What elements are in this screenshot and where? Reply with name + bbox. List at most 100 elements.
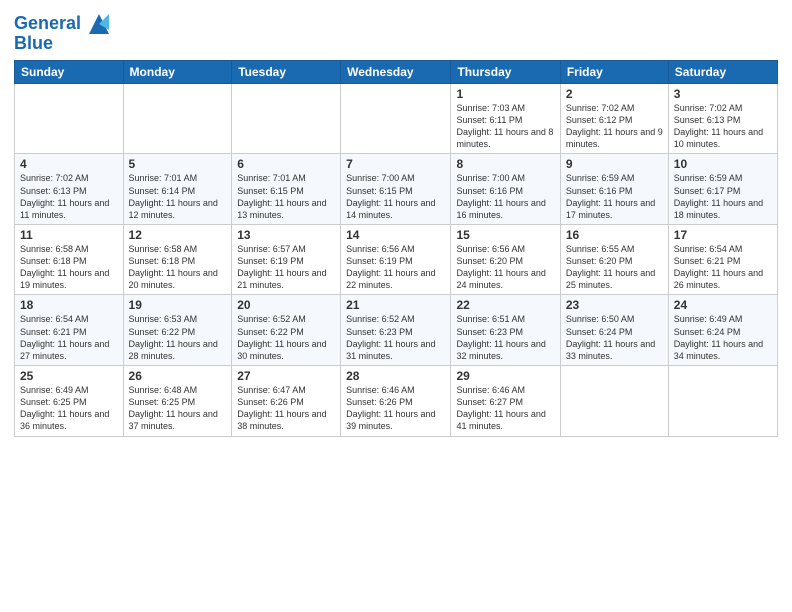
day-cell	[341, 83, 451, 154]
day-number: 26	[129, 369, 227, 383]
day-number: 6	[237, 157, 335, 171]
day-info: Sunrise: 6:47 AM Sunset: 6:26 PM Dayligh…	[237, 384, 335, 433]
day-cell: 8Sunrise: 7:00 AM Sunset: 6:16 PM Daylig…	[451, 154, 560, 225]
day-cell: 2Sunrise: 7:02 AM Sunset: 6:12 PM Daylig…	[560, 83, 668, 154]
weekday-header-tuesday: Tuesday	[232, 60, 341, 83]
day-info: Sunrise: 6:56 AM Sunset: 6:19 PM Dayligh…	[346, 243, 445, 292]
day-info: Sunrise: 6:53 AM Sunset: 6:22 PM Dayligh…	[129, 313, 227, 362]
day-info: Sunrise: 7:01 AM Sunset: 6:14 PM Dayligh…	[129, 172, 227, 221]
day-number: 21	[346, 298, 445, 312]
weekday-header-row: SundayMondayTuesdayWednesdayThursdayFrid…	[15, 60, 778, 83]
day-info: Sunrise: 6:52 AM Sunset: 6:23 PM Dayligh…	[346, 313, 445, 362]
day-cell: 21Sunrise: 6:52 AM Sunset: 6:23 PM Dayli…	[341, 295, 451, 366]
day-info: Sunrise: 6:48 AM Sunset: 6:25 PM Dayligh…	[129, 384, 227, 433]
day-number: 29	[456, 369, 554, 383]
day-info: Sunrise: 6:50 AM Sunset: 6:24 PM Dayligh…	[566, 313, 663, 362]
day-number: 5	[129, 157, 227, 171]
day-info: Sunrise: 6:46 AM Sunset: 6:27 PM Dayligh…	[456, 384, 554, 433]
day-cell: 15Sunrise: 6:56 AM Sunset: 6:20 PM Dayli…	[451, 224, 560, 295]
day-number: 8	[456, 157, 554, 171]
day-number: 15	[456, 228, 554, 242]
day-info: Sunrise: 7:03 AM Sunset: 6:11 PM Dayligh…	[456, 102, 554, 151]
day-cell: 17Sunrise: 6:54 AM Sunset: 6:21 PM Dayli…	[668, 224, 777, 295]
day-info: Sunrise: 7:00 AM Sunset: 6:15 PM Dayligh…	[346, 172, 445, 221]
day-info: Sunrise: 6:49 AM Sunset: 6:25 PM Dayligh…	[20, 384, 118, 433]
day-number: 20	[237, 298, 335, 312]
weekday-header-monday: Monday	[123, 60, 232, 83]
day-info: Sunrise: 6:58 AM Sunset: 6:18 PM Dayligh…	[129, 243, 227, 292]
day-cell: 1Sunrise: 7:03 AM Sunset: 6:11 PM Daylig…	[451, 83, 560, 154]
weekday-header-friday: Friday	[560, 60, 668, 83]
week-row-0: 1Sunrise: 7:03 AM Sunset: 6:11 PM Daylig…	[15, 83, 778, 154]
week-row-3: 18Sunrise: 6:54 AM Sunset: 6:21 PM Dayli…	[15, 295, 778, 366]
logo-text: General	[14, 14, 81, 34]
day-cell: 27Sunrise: 6:47 AM Sunset: 6:26 PM Dayli…	[232, 366, 341, 437]
day-number: 11	[20, 228, 118, 242]
day-number: 7	[346, 157, 445, 171]
day-number: 3	[674, 87, 772, 101]
weekday-header-saturday: Saturday	[668, 60, 777, 83]
day-number: 17	[674, 228, 772, 242]
day-info: Sunrise: 6:51 AM Sunset: 6:23 PM Dayligh…	[456, 313, 554, 362]
day-cell: 13Sunrise: 6:57 AM Sunset: 6:19 PM Dayli…	[232, 224, 341, 295]
day-number: 25	[20, 369, 118, 383]
day-cell: 19Sunrise: 6:53 AM Sunset: 6:22 PM Dayli…	[123, 295, 232, 366]
day-number: 28	[346, 369, 445, 383]
logo: General Blue	[14, 10, 113, 54]
logo-icon	[85, 10, 113, 38]
day-number: 22	[456, 298, 554, 312]
header: General Blue	[14, 10, 778, 54]
day-cell: 12Sunrise: 6:58 AM Sunset: 6:18 PM Dayli…	[123, 224, 232, 295]
day-info: Sunrise: 7:02 AM Sunset: 6:12 PM Dayligh…	[566, 102, 663, 151]
day-cell: 11Sunrise: 6:58 AM Sunset: 6:18 PM Dayli…	[15, 224, 124, 295]
day-info: Sunrise: 7:00 AM Sunset: 6:16 PM Dayligh…	[456, 172, 554, 221]
calendar-page: General Blue SundayMondayTuesdayWednesda…	[0, 0, 792, 612]
day-info: Sunrise: 7:02 AM Sunset: 6:13 PM Dayligh…	[674, 102, 772, 151]
day-number: 2	[566, 87, 663, 101]
day-cell: 9Sunrise: 6:59 AM Sunset: 6:16 PM Daylig…	[560, 154, 668, 225]
weekday-header-thursday: Thursday	[451, 60, 560, 83]
day-cell: 24Sunrise: 6:49 AM Sunset: 6:24 PM Dayli…	[668, 295, 777, 366]
day-info: Sunrise: 6:56 AM Sunset: 6:20 PM Dayligh…	[456, 243, 554, 292]
day-info: Sunrise: 6:59 AM Sunset: 6:17 PM Dayligh…	[674, 172, 772, 221]
day-cell: 6Sunrise: 7:01 AM Sunset: 6:15 PM Daylig…	[232, 154, 341, 225]
day-number: 24	[674, 298, 772, 312]
day-cell: 7Sunrise: 7:00 AM Sunset: 6:15 PM Daylig…	[341, 154, 451, 225]
week-row-4: 25Sunrise: 6:49 AM Sunset: 6:25 PM Dayli…	[15, 366, 778, 437]
day-info: Sunrise: 6:52 AM Sunset: 6:22 PM Dayligh…	[237, 313, 335, 362]
day-cell: 14Sunrise: 6:56 AM Sunset: 6:19 PM Dayli…	[341, 224, 451, 295]
day-info: Sunrise: 7:01 AM Sunset: 6:15 PM Dayligh…	[237, 172, 335, 221]
day-info: Sunrise: 6:54 AM Sunset: 6:21 PM Dayligh…	[674, 243, 772, 292]
day-info: Sunrise: 6:57 AM Sunset: 6:19 PM Dayligh…	[237, 243, 335, 292]
day-number: 9	[566, 157, 663, 171]
day-cell: 10Sunrise: 6:59 AM Sunset: 6:17 PM Dayli…	[668, 154, 777, 225]
day-info: Sunrise: 6:54 AM Sunset: 6:21 PM Dayligh…	[20, 313, 118, 362]
day-cell: 26Sunrise: 6:48 AM Sunset: 6:25 PM Dayli…	[123, 366, 232, 437]
day-number: 4	[20, 157, 118, 171]
day-number: 14	[346, 228, 445, 242]
day-number: 19	[129, 298, 227, 312]
day-number: 23	[566, 298, 663, 312]
day-cell	[560, 366, 668, 437]
day-cell	[232, 83, 341, 154]
day-cell: 16Sunrise: 6:55 AM Sunset: 6:20 PM Dayli…	[560, 224, 668, 295]
day-number: 16	[566, 228, 663, 242]
day-number: 13	[237, 228, 335, 242]
day-number: 18	[20, 298, 118, 312]
day-number: 27	[237, 369, 335, 383]
day-cell	[15, 83, 124, 154]
day-info: Sunrise: 6:46 AM Sunset: 6:26 PM Dayligh…	[346, 384, 445, 433]
day-cell: 20Sunrise: 6:52 AM Sunset: 6:22 PM Dayli…	[232, 295, 341, 366]
day-cell: 22Sunrise: 6:51 AM Sunset: 6:23 PM Dayli…	[451, 295, 560, 366]
day-number: 12	[129, 228, 227, 242]
week-row-1: 4Sunrise: 7:02 AM Sunset: 6:13 PM Daylig…	[15, 154, 778, 225]
day-info: Sunrise: 6:49 AM Sunset: 6:24 PM Dayligh…	[674, 313, 772, 362]
day-cell: 3Sunrise: 7:02 AM Sunset: 6:13 PM Daylig…	[668, 83, 777, 154]
week-row-2: 11Sunrise: 6:58 AM Sunset: 6:18 PM Dayli…	[15, 224, 778, 295]
day-info: Sunrise: 6:58 AM Sunset: 6:18 PM Dayligh…	[20, 243, 118, 292]
day-cell: 23Sunrise: 6:50 AM Sunset: 6:24 PM Dayli…	[560, 295, 668, 366]
day-cell: 4Sunrise: 7:02 AM Sunset: 6:13 PM Daylig…	[15, 154, 124, 225]
day-info: Sunrise: 7:02 AM Sunset: 6:13 PM Dayligh…	[20, 172, 118, 221]
day-number: 10	[674, 157, 772, 171]
day-cell: 25Sunrise: 6:49 AM Sunset: 6:25 PM Dayli…	[15, 366, 124, 437]
